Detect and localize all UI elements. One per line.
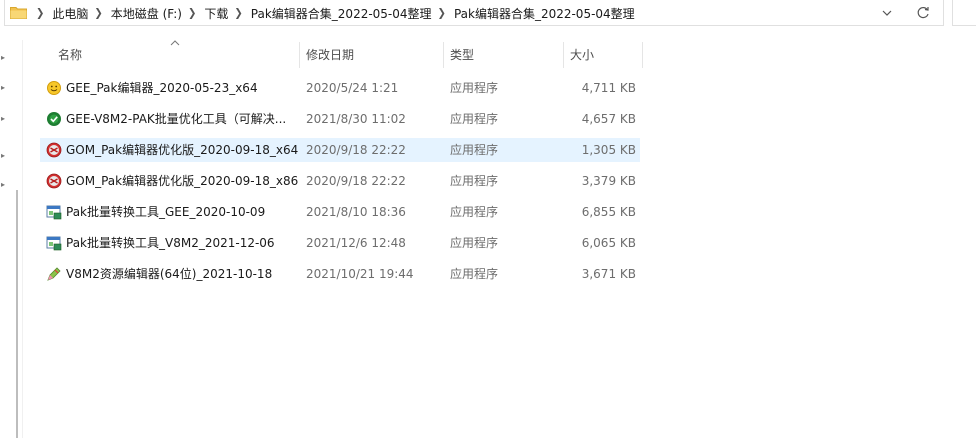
column-divider[interactable] xyxy=(563,42,564,68)
red-ox-app-icon xyxy=(46,142,62,158)
chevron-right-icon[interactable]: ❯ xyxy=(438,7,446,19)
expand-arrow-icon[interactable]: ▸ xyxy=(1,181,9,189)
window-app-icon xyxy=(46,205,62,220)
file-name: Pak批量转换工具_GEE_2020-10-09 xyxy=(66,205,266,219)
breadcrumb-this-pc[interactable]: 此电脑 xyxy=(52,5,88,22)
expand-arrow-icon[interactable]: ▸ xyxy=(1,54,9,62)
file-type: 应用程序 xyxy=(450,174,499,188)
green-gear-app-icon xyxy=(47,112,61,126)
smiley-app-icon xyxy=(47,81,61,95)
file-row-selected[interactable]: GOM_Pak编辑器优化版_2020-09-18_x64 2020/9/18 2… xyxy=(40,138,640,162)
column-header-type[interactable]: 类型 xyxy=(450,40,474,68)
file-size: 4,711 KB xyxy=(581,81,636,95)
red-ox-app-icon xyxy=(46,173,62,189)
file-type: 应用程序 xyxy=(450,267,499,281)
chevron-right-icon[interactable]: ❯ xyxy=(36,7,44,19)
search-box[interactable] xyxy=(952,0,976,26)
file-size: 1,305 KB xyxy=(581,143,636,157)
file-date: 2021/8/10 18:36 xyxy=(306,205,406,219)
refresh-icon[interactable] xyxy=(915,5,931,21)
file-row[interactable]: GEE-V8M2-PAK批量优化工具（可解决... 2021/8/30 11:0… xyxy=(40,107,640,131)
file-size: 6,065 KB xyxy=(581,236,636,250)
file-date: 2021/12/6 12:48 xyxy=(306,236,406,250)
file-name: GEE-V8M2-PAK批量优化工具（可解决... xyxy=(66,112,287,126)
pencil-app-icon xyxy=(47,267,61,281)
nav-scrollbar[interactable] xyxy=(16,190,18,438)
file-date: 2020/9/18 22:22 xyxy=(306,143,406,157)
file-row[interactable]: Pak批量转换工具_V8M2_2021-12-06 2021/12/6 12:4… xyxy=(40,231,640,255)
column-header-date[interactable]: 修改日期 xyxy=(306,40,354,68)
file-size: 6,855 KB xyxy=(581,205,636,219)
chevron-right-icon[interactable]: ❯ xyxy=(188,7,196,19)
expand-arrow-icon[interactable]: ▸ xyxy=(1,115,9,123)
file-name: V8M2资源编辑器(64位)_2021-10-18 xyxy=(66,267,273,281)
file-row[interactable]: GOM_Pak编辑器优化版_2020-09-18_x86 2020/9/18 2… xyxy=(40,169,640,193)
file-row[interactable]: GEE_Pak编辑器_2020-05-23_x64 2020/5/24 1:21… xyxy=(40,76,640,100)
file-date: 2021/8/30 11:02 xyxy=(306,112,406,126)
address-bar: ❯ 此电脑 ❯ 本地磁盘 (F:) ❯ 下载 ❯ Pak编辑器合集_2022-0… xyxy=(0,0,976,30)
chevron-right-icon[interactable]: ❯ xyxy=(94,7,102,19)
navigation-pane: ▸ ▸ ▸ ▸ ▸ xyxy=(0,40,23,438)
chevron-down-icon[interactable] xyxy=(880,6,894,20)
file-name: Pak批量转换工具_V8M2_2021-12-06 xyxy=(66,236,275,250)
file-row[interactable]: Pak批量转换工具_GEE_2020-10-09 2021/8/10 18:36… xyxy=(40,200,640,224)
expand-arrow-icon[interactable]: ▸ xyxy=(1,152,9,160)
file-name: GOM_Pak编辑器优化版_2020-09-18_x64 xyxy=(66,143,299,157)
breadcrumb-folder-current[interactable]: Pak编辑器合集_2022-05-04整理 xyxy=(454,5,635,22)
breadcrumb-drive-f[interactable]: 本地磁盘 (F:) xyxy=(111,5,182,22)
file-size: 3,379 KB xyxy=(581,174,636,188)
nav-divider xyxy=(22,40,23,438)
column-header-size[interactable]: 大小 xyxy=(570,40,594,68)
file-type: 应用程序 xyxy=(450,143,499,157)
window-app-icon xyxy=(46,236,62,251)
file-size: 3,671 KB xyxy=(581,267,636,281)
column-divider[interactable] xyxy=(443,42,444,68)
file-date: 2020/5/24 1:21 xyxy=(306,81,399,95)
expand-arrow-icon[interactable]: ▸ xyxy=(1,84,9,92)
chevron-right-icon[interactable]: ❯ xyxy=(234,7,242,19)
file-type: 应用程序 xyxy=(450,205,499,219)
file-type: 应用程序 xyxy=(450,112,499,126)
file-type: 应用程序 xyxy=(450,236,499,250)
column-divider[interactable] xyxy=(642,42,643,68)
file-name: GOM_Pak编辑器优化版_2020-09-18_x86 xyxy=(66,174,299,188)
breadcrumb-folder-parent[interactable]: Pak编辑器合集_2022-05-04整理 xyxy=(251,5,432,22)
column-header-name[interactable]: 名称 xyxy=(58,40,82,68)
file-name: GEE_Pak编辑器_2020-05-23_x64 xyxy=(66,81,258,95)
breadcrumb: ❯ 此电脑 ❯ 本地磁盘 (F:) ❯ 下载 ❯ Pak编辑器合集_2022-0… xyxy=(30,0,635,26)
file-size: 4,657 KB xyxy=(581,112,636,126)
file-row[interactable]: V8M2资源编辑器(64位)_2021-10-18 2021/10/21 19:… xyxy=(40,262,640,286)
folder-icon xyxy=(10,7,27,19)
breadcrumb-downloads[interactable]: 下载 xyxy=(204,5,228,22)
file-type: 应用程序 xyxy=(450,81,499,95)
file-date: 2021/10/21 19:44 xyxy=(306,267,414,281)
file-date: 2020/9/18 22:22 xyxy=(306,174,406,188)
column-divider[interactable] xyxy=(299,42,300,68)
sort-ascending-icon xyxy=(170,40,180,46)
